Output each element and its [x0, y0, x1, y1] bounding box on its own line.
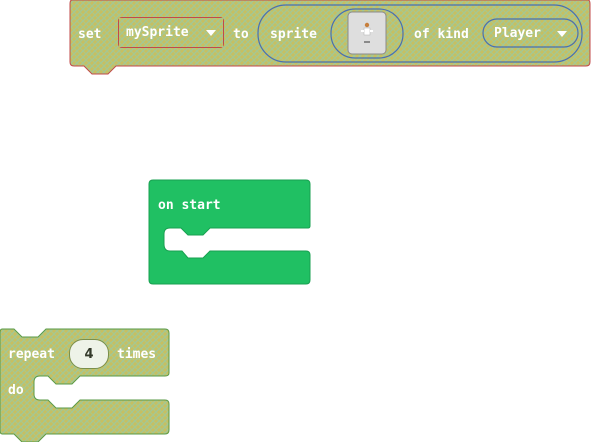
of-kind-label: of kind: [414, 27, 469, 42]
on-start-shape: [148, 179, 311, 285]
chevron-down-icon: [557, 31, 567, 37]
sprite-label: sprite: [270, 27, 317, 42]
set-label: set: [78, 27, 102, 42]
variable-dropdown[interactable]: mySprite: [118, 17, 224, 48]
chevron-down-icon: [206, 30, 216, 36]
kind-dropdown[interactable]: Player: [482, 18, 580, 49]
times-label: times: [117, 347, 157, 362]
to-label: to: [233, 27, 249, 42]
on-start-label: on start: [158, 198, 221, 213]
on-start-block[interactable]: [148, 179, 312, 287]
repeat-label: repeat: [8, 347, 55, 362]
do-label: do: [8, 383, 24, 398]
sprite-image-picker[interactable]: [330, 8, 405, 60]
variable-name: mySprite: [126, 25, 189, 40]
kind-name: Player: [494, 26, 541, 41]
repeat-count-input[interactable]: 4: [69, 339, 109, 369]
image-picker-shape: [330, 8, 404, 59]
